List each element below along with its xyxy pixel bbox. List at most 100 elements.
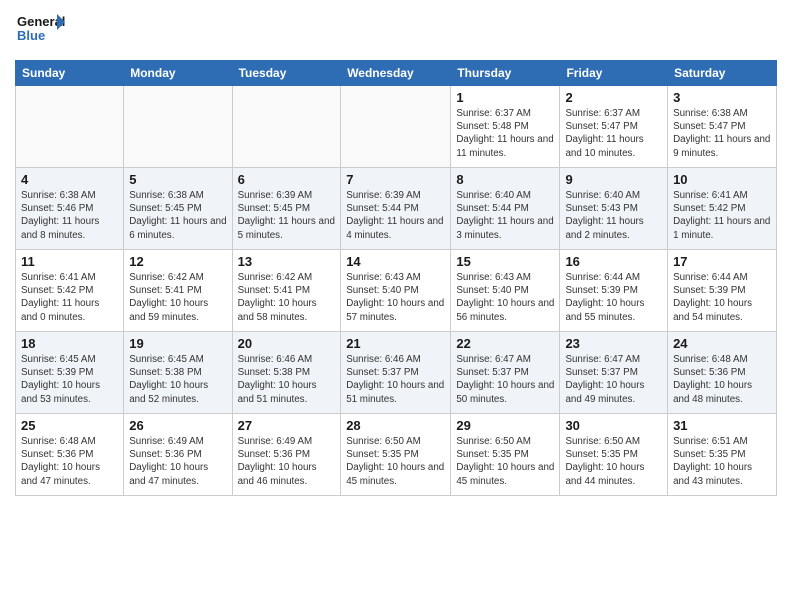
col-header-saturday: Saturday xyxy=(668,61,777,86)
logo-svg: General Blue xyxy=(15,10,65,52)
day-cell: 5Sunrise: 6:38 AM Sunset: 5:45 PM Daylig… xyxy=(124,168,232,250)
day-cell: 13 Sunrise: 6:42 AM Sunset: 5:41 PM Dayli… xyxy=(232,250,341,332)
day-number: 18 xyxy=(21,336,118,351)
day-number: 8 xyxy=(456,172,554,187)
day-cell: 11Sunrise: 6:41 AM Sunset: 5:42 PM Dayli… xyxy=(16,250,124,332)
day-cell: 18 Sunrise: 6:45 AM Sunset: 5:39 PM Dayli… xyxy=(16,332,124,414)
day-number: 17 xyxy=(673,254,771,269)
day-number: 12 xyxy=(129,254,226,269)
day-number: 13 xyxy=(238,254,336,269)
day-number: 28 xyxy=(346,418,445,433)
day-info: Sunrise: 6:44 AM Sunset: 5:39 PM Dayligh… xyxy=(565,271,662,324)
day-info: Sunrise: 6:44 AM Sunset: 5:39 PM Dayligh… xyxy=(673,271,771,324)
day-info: Sunrise: 6:51 AM Sunset: 5:35 PM Dayligh… xyxy=(673,435,771,488)
day-cell: 17 Sunrise: 6:44 AM Sunset: 5:39 PM Dayli… xyxy=(668,250,777,332)
day-cell: 31 Sunrise: 6:51 AM Sunset: 5:35 PM Dayli… xyxy=(668,414,777,496)
col-header-wednesday: Wednesday xyxy=(341,61,451,86)
day-number: 22 xyxy=(456,336,554,351)
day-cell: 25 Sunrise: 6:48 AM Sunset: 5:36 PM Dayli… xyxy=(16,414,124,496)
day-info: Sunrise: 6:45 AM Sunset: 5:38 PM Dayligh… xyxy=(129,353,226,406)
day-info: Sunrise: 6:42 AM Sunset: 5:41 PM Dayligh… xyxy=(238,271,336,324)
day-cell: 7 Sunrise: 6:39 AM Sunset: 5:44 PM Daylig… xyxy=(341,168,451,250)
day-info: Sunrise: 6:46 AM Sunset: 5:37 PM Dayligh… xyxy=(346,353,445,406)
col-header-friday: Friday xyxy=(560,61,668,86)
day-info: Sunrise: 6:39 AM Sunset: 5:45 PM Dayligh… xyxy=(238,189,336,242)
day-info: Sunrise: 6:50 AM Sunset: 5:35 PM Dayligh… xyxy=(456,435,554,488)
day-number: 16 xyxy=(565,254,662,269)
day-number: 10 xyxy=(673,172,771,187)
day-info: Sunrise: 6:43 AM Sunset: 5:40 PM Dayligh… xyxy=(346,271,445,324)
week-row-1: 1Sunrise: 6:37 AM Sunset: 5:48 PM Daylig… xyxy=(16,86,777,168)
day-number: 9 xyxy=(565,172,662,187)
week-row-2: 4 Sunrise: 6:38 AM Sunset: 5:46 PM Daylig… xyxy=(16,168,777,250)
day-info: Sunrise: 6:40 AM Sunset: 5:44 PM Dayligh… xyxy=(456,189,554,242)
day-cell xyxy=(232,86,341,168)
day-cell: 14 Sunrise: 6:43 AM Sunset: 5:40 PM Dayli… xyxy=(341,250,451,332)
day-number: 20 xyxy=(238,336,336,351)
day-cell: 1Sunrise: 6:37 AM Sunset: 5:48 PM Daylig… xyxy=(451,86,560,168)
col-header-monday: Monday xyxy=(124,61,232,86)
day-info: Sunrise: 6:37 AM Sunset: 5:48 PM Dayligh… xyxy=(456,107,554,160)
day-number: 21 xyxy=(346,336,445,351)
day-number: 29 xyxy=(456,418,554,433)
day-cell: 9 Sunrise: 6:40 AM Sunset: 5:43 PM Daylig… xyxy=(560,168,668,250)
day-cell: 19Sunrise: 6:45 AM Sunset: 5:38 PM Dayli… xyxy=(124,332,232,414)
week-row-4: 18 Sunrise: 6:45 AM Sunset: 5:39 PM Dayli… xyxy=(16,332,777,414)
day-number: 23 xyxy=(565,336,662,351)
calendar-header-row: SundayMondayTuesdayWednesdayThursdayFrid… xyxy=(16,61,777,86)
day-cell: 15Sunrise: 6:43 AM Sunset: 5:40 PM Dayli… xyxy=(451,250,560,332)
day-cell: 30Sunrise: 6:50 AM Sunset: 5:35 PM Dayli… xyxy=(560,414,668,496)
day-cell: 12Sunrise: 6:42 AM Sunset: 5:41 PM Dayli… xyxy=(124,250,232,332)
day-number: 27 xyxy=(238,418,336,433)
svg-text:Blue: Blue xyxy=(17,28,45,43)
day-number: 25 xyxy=(21,418,118,433)
day-number: 15 xyxy=(456,254,554,269)
week-row-5: 25 Sunrise: 6:48 AM Sunset: 5:36 PM Dayli… xyxy=(16,414,777,496)
day-info: Sunrise: 6:48 AM Sunset: 5:36 PM Dayligh… xyxy=(21,435,118,488)
day-info: Sunrise: 6:47 AM Sunset: 5:37 PM Dayligh… xyxy=(565,353,662,406)
day-info: Sunrise: 6:37 AM Sunset: 5:47 PM Dayligh… xyxy=(565,107,662,160)
day-cell: 22 Sunrise: 6:47 AM Sunset: 5:37 PM Dayli… xyxy=(451,332,560,414)
day-cell: 2 Sunrise: 6:37 AM Sunset: 5:47 PM Daylig… xyxy=(560,86,668,168)
day-number: 24 xyxy=(673,336,771,351)
day-info: Sunrise: 6:46 AM Sunset: 5:38 PM Dayligh… xyxy=(238,353,336,406)
day-info: Sunrise: 6:45 AM Sunset: 5:39 PM Dayligh… xyxy=(21,353,118,406)
day-number: 31 xyxy=(673,418,771,433)
day-cell: 29 Sunrise: 6:50 AM Sunset: 5:35 PM Dayli… xyxy=(451,414,560,496)
col-header-tuesday: Tuesday xyxy=(232,61,341,86)
day-number: 5 xyxy=(129,172,226,187)
day-info: Sunrise: 6:49 AM Sunset: 5:36 PM Dayligh… xyxy=(238,435,336,488)
day-info: Sunrise: 6:39 AM Sunset: 5:44 PM Dayligh… xyxy=(346,189,445,242)
day-info: Sunrise: 6:40 AM Sunset: 5:43 PM Dayligh… xyxy=(565,189,662,242)
day-info: Sunrise: 6:50 AM Sunset: 5:35 PM Dayligh… xyxy=(565,435,662,488)
day-cell: 16 Sunrise: 6:44 AM Sunset: 5:39 PM Dayli… xyxy=(560,250,668,332)
day-cell: 28Sunrise: 6:50 AM Sunset: 5:35 PM Dayli… xyxy=(341,414,451,496)
day-number: 14 xyxy=(346,254,445,269)
week-row-3: 11Sunrise: 6:41 AM Sunset: 5:42 PM Dayli… xyxy=(16,250,777,332)
day-number: 4 xyxy=(21,172,118,187)
day-cell: 6Sunrise: 6:39 AM Sunset: 5:45 PM Daylig… xyxy=(232,168,341,250)
day-cell: 10Sunrise: 6:41 AM Sunset: 5:42 PM Dayli… xyxy=(668,168,777,250)
day-cell xyxy=(341,86,451,168)
day-cell: 24 Sunrise: 6:48 AM Sunset: 5:36 PM Dayli… xyxy=(668,332,777,414)
day-number: 3 xyxy=(673,90,771,105)
day-cell: 26Sunrise: 6:49 AM Sunset: 5:36 PM Dayli… xyxy=(124,414,232,496)
col-header-sunday: Sunday xyxy=(16,61,124,86)
day-number: 7 xyxy=(346,172,445,187)
day-number: 26 xyxy=(129,418,226,433)
header: General Blue xyxy=(15,10,777,52)
day-cell: 21 Sunrise: 6:46 AM Sunset: 5:37 PM Dayli… xyxy=(341,332,451,414)
day-cell: 23 Sunrise: 6:47 AM Sunset: 5:37 PM Dayli… xyxy=(560,332,668,414)
day-number: 2 xyxy=(565,90,662,105)
day-cell: 20 Sunrise: 6:46 AM Sunset: 5:38 PM Dayli… xyxy=(232,332,341,414)
col-header-thursday: Thursday xyxy=(451,61,560,86)
day-info: Sunrise: 6:48 AM Sunset: 5:36 PM Dayligh… xyxy=(673,353,771,406)
day-cell: 3Sunrise: 6:38 AM Sunset: 5:47 PM Daylig… xyxy=(668,86,777,168)
page: General Blue SundayMondayTuesdayWednesda… xyxy=(0,0,792,612)
day-cell xyxy=(124,86,232,168)
day-info: Sunrise: 6:38 AM Sunset: 5:46 PM Dayligh… xyxy=(21,189,118,242)
day-cell: 8 Sunrise: 6:40 AM Sunset: 5:44 PM Daylig… xyxy=(451,168,560,250)
calendar-table: SundayMondayTuesdayWednesdayThursdayFrid… xyxy=(15,60,777,496)
day-info: Sunrise: 6:41 AM Sunset: 5:42 PM Dayligh… xyxy=(21,271,118,324)
day-info: Sunrise: 6:47 AM Sunset: 5:37 PM Dayligh… xyxy=(456,353,554,406)
